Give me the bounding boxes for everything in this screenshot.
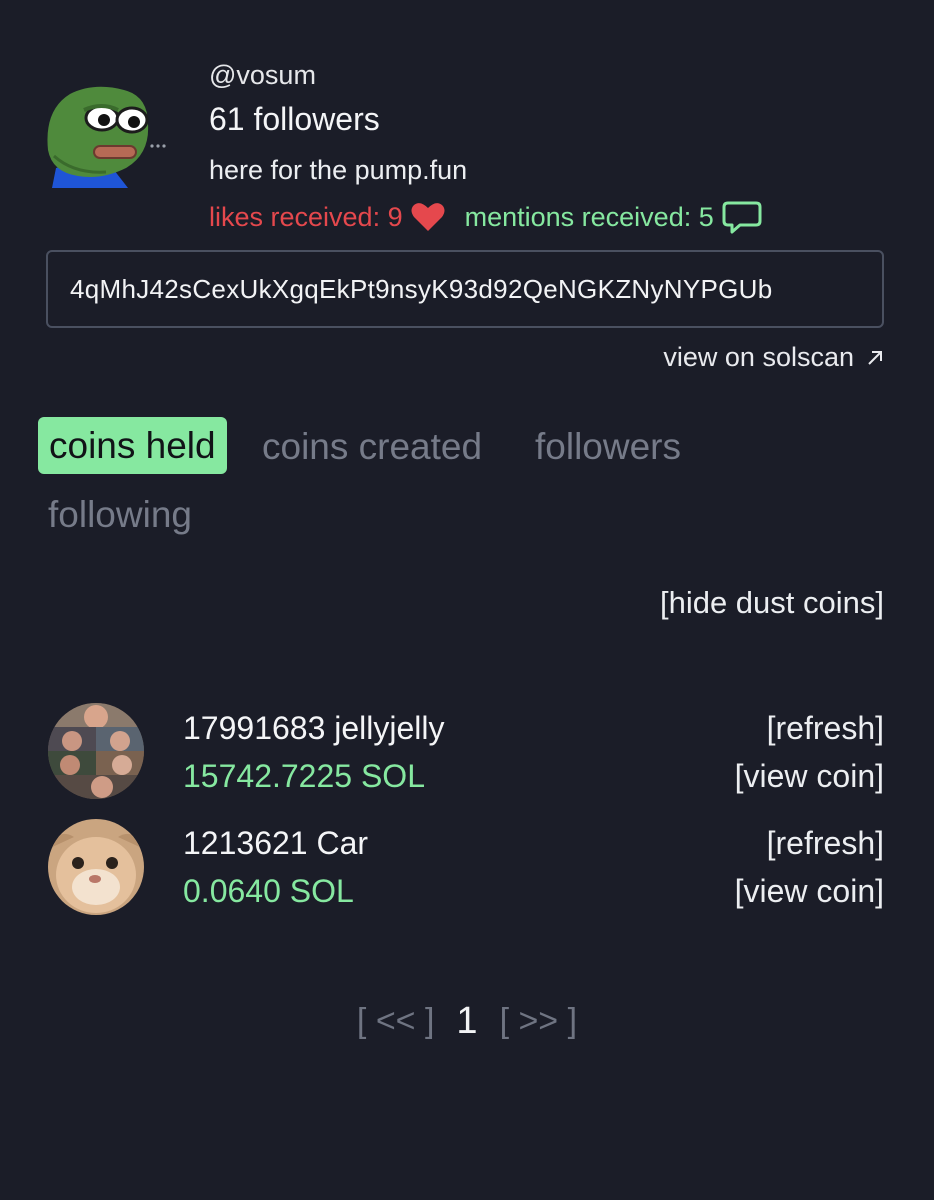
- profile-stats: likes received: 9 mentions received: 5: [209, 200, 762, 234]
- coin-balance: 15742.7225 SOL: [183, 758, 425, 794]
- pagination: [ << ] 1 [ >> ]: [0, 1000, 934, 1043]
- comment-icon: [722, 201, 762, 234]
- profile-bio: here for the pump.fun: [209, 155, 468, 185]
- prev-page-button[interactable]: [ << ]: [357, 1002, 435, 1041]
- heart-icon: [411, 203, 445, 231]
- likes-label: likes received: 9: [209, 201, 403, 232]
- view-coin-button[interactable]: [view coin]: [735, 873, 884, 910]
- profile-avatar: [44, 80, 174, 188]
- wallet-address: 4qMhJ42sCexUkXgqEkPt9nsyK93d92QeNGKZNyNY…: [70, 273, 773, 304]
- mentions-label: mentions received: 5: [464, 201, 714, 232]
- tab-coins-created[interactable]: coins created: [262, 428, 482, 465]
- wallet-address-field[interactable]: 4qMhJ42sCexUkXgqEkPt9nsyK93d92QeNGKZNyNY…: [46, 250, 884, 328]
- coin-name: 17991683 jellyjelly: [183, 710, 445, 746]
- solscan-label: view on solscan: [663, 342, 854, 372]
- hide-dust-coins-button[interactable]: [hide dust coins]: [660, 585, 884, 621]
- coin-balance: 0.0640 SOL: [183, 873, 354, 909]
- followers-count[interactable]: 61 followers: [209, 101, 380, 138]
- likes-received: likes received: 9: [209, 202, 445, 233]
- tab-coins-held[interactable]: coins held: [38, 417, 227, 474]
- coin-image-car[interactable]: [48, 819, 144, 915]
- refresh-button[interactable]: [refresh]: [767, 710, 884, 747]
- current-page: 1: [456, 1000, 478, 1042]
- tab-following[interactable]: following: [48, 496, 192, 533]
- coin-image-jellyjelly[interactable]: [48, 703, 144, 799]
- next-page-button[interactable]: [ >> ]: [500, 1002, 578, 1041]
- view-coin-button[interactable]: [view coin]: [735, 758, 884, 795]
- mentions-received: mentions received: 5: [465, 200, 762, 234]
- profile-handle: @vosum: [209, 60, 316, 90]
- view-on-solscan-link[interactable]: view on solscan: [663, 342, 884, 373]
- coin-name: 1213621 Car: [183, 825, 369, 861]
- refresh-button[interactable]: [refresh]: [767, 825, 884, 862]
- external-link-icon: [868, 350, 882, 365]
- tab-followers[interactable]: followers: [535, 428, 681, 465]
